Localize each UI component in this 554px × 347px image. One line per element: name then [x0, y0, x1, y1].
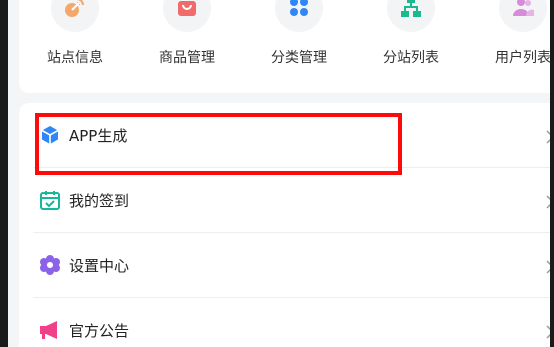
shortcut-label: 用户列表	[495, 50, 551, 66]
menu-item-label: 我的签到	[69, 192, 130, 210]
megaphone-icon	[39, 319, 61, 341]
shortcut-label: 站点信息	[47, 50, 103, 66]
menu-item-announcements[interactable]: 官方公告	[33, 298, 554, 347]
window-edge-right	[550, 0, 554, 347]
menu-item-my-checkin[interactable]: 我的签到	[33, 168, 554, 233]
calendar-check-icon	[39, 189, 61, 211]
shortcut-label: 分类管理	[271, 50, 327, 66]
menu-item-settings-center[interactable]: 设置中心	[33, 233, 554, 298]
app-screen: 站点信息 商品管理 分类管理 分站列表 用户列表 APP生成 我的签到 设置中心…	[0, 0, 554, 347]
satellite-dish-icon	[51, 0, 99, 32]
shortcut-label: 分站列表	[383, 50, 439, 66]
network-tree-icon	[387, 0, 435, 32]
gear-flower-icon	[39, 254, 61, 276]
shortcut-grid-card: 站点信息 商品管理 分类管理 分站列表 用户列表	[19, 0, 554, 93]
grid-dots-icon	[275, 0, 323, 32]
menu-item-label: 设置中心	[69, 257, 130, 275]
menu-item-label: 官方公告	[69, 322, 130, 340]
annotation-highlight-box	[35, 113, 402, 175]
users-icon	[499, 0, 547, 32]
shopping-bag-icon	[163, 0, 211, 32]
window-edge-left	[0, 0, 8, 347]
shortcut-label: 商品管理	[159, 50, 215, 66]
